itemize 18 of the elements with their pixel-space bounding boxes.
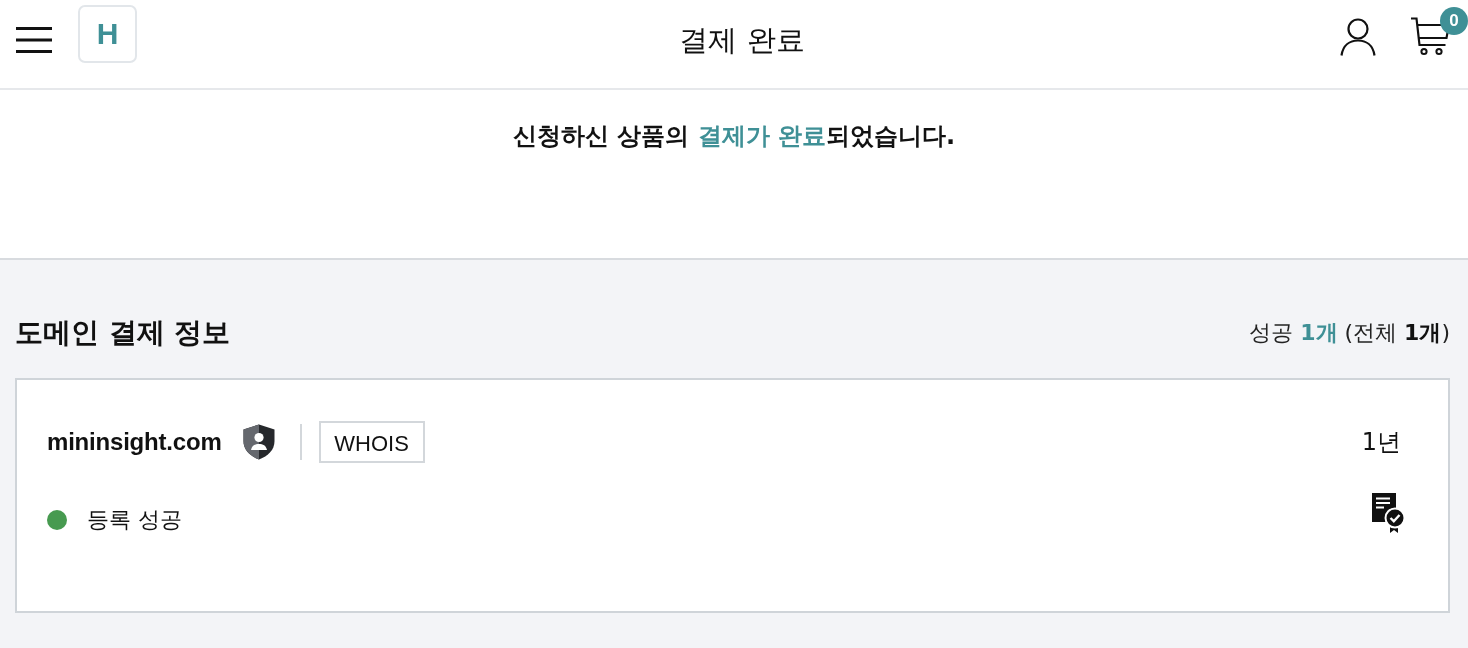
page-title: 결제 완료 xyxy=(679,22,805,58)
certificate-icon xyxy=(1372,493,1406,533)
section-title: 도메인 결제 정보 xyxy=(15,314,231,351)
menu-button[interactable] xyxy=(16,27,52,53)
domain-name: mininsight.com xyxy=(47,428,222,456)
completion-message: 신청하신 상품의 결제가 완료되었습니다. xyxy=(512,122,956,151)
logo[interactable]: H xyxy=(78,5,137,63)
status-label: 등록 성공 xyxy=(87,506,182,534)
cart-button[interactable]: 0 xyxy=(1410,7,1468,56)
user-icon xyxy=(1340,18,1376,56)
result-summary: 성공 1개 (전체 1개) xyxy=(1249,318,1450,347)
cart-count-badge: 0 xyxy=(1440,7,1468,35)
whois-button[interactable]: WHOIS xyxy=(318,421,425,463)
menu-icon xyxy=(16,27,52,53)
cart-icon xyxy=(1410,16,1450,56)
certificate-button[interactable] xyxy=(1372,493,1406,533)
registration-period: 1년 xyxy=(1361,427,1401,458)
account-button[interactable] xyxy=(1340,18,1376,56)
